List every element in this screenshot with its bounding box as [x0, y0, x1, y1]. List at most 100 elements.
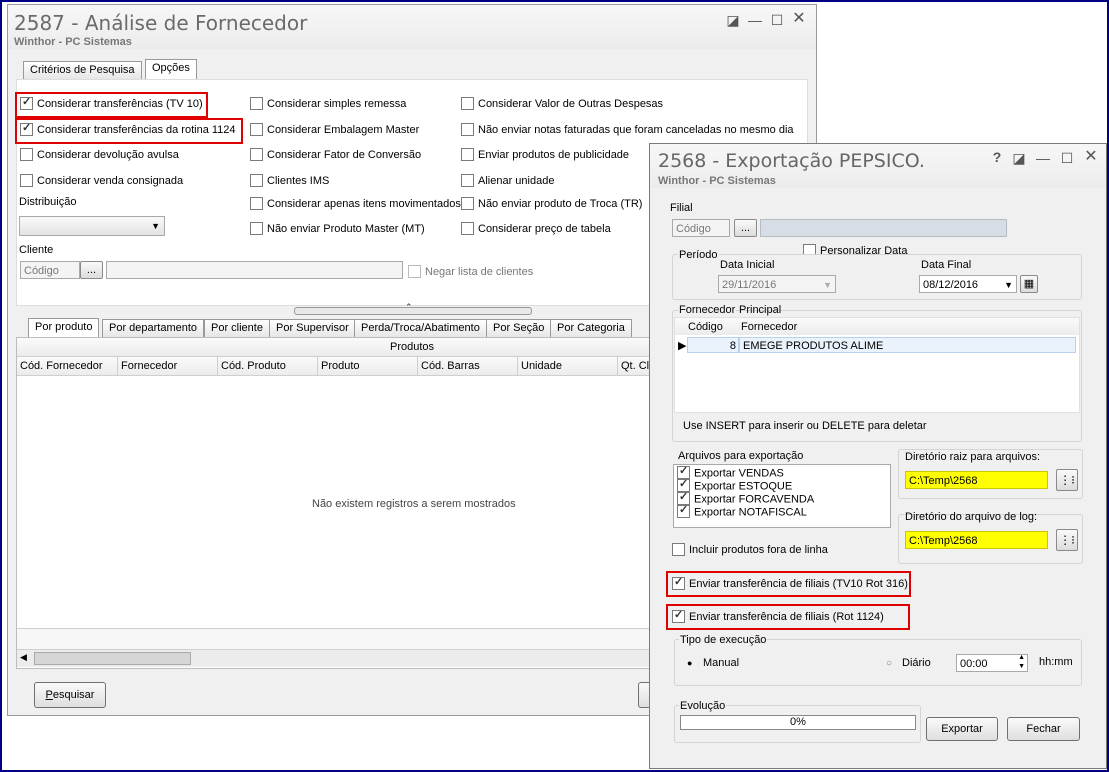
spinner-icon[interactable]: ▲ ▼ [1018, 655, 1025, 671]
radio-diario[interactable]: ○ Diário [886, 655, 931, 671]
checkbox-notas-canceladas[interactable]: Não enviar notas faturadas que foram can… [461, 122, 794, 138]
list-item[interactable]: Exportar NOTAFISCAL [677, 505, 807, 519]
time-input[interactable]: 00:00 ▲ ▼ [956, 654, 1028, 672]
checkbox-label: Exportar VENDAS [694, 467, 784, 480]
checkbox-icon[interactable] [461, 122, 474, 136]
column-cod-produto[interactable]: Cód. Produto [218, 357, 318, 375]
data-inicial-input[interactable]: 29/11/2016 ▼ [718, 275, 836, 293]
distribuicao-select[interactable]: ▼ [19, 216, 165, 236]
cliente-nome-input[interactable] [106, 261, 403, 279]
checkbox-icon[interactable] [20, 147, 33, 161]
checkbox-produto-master[interactable]: Não enviar Produto Master (MT) [250, 221, 425, 237]
checkbox-itens-movimentados[interactable]: Considerar apenas itens movimentados [250, 196, 461, 212]
row-codigo-cell[interactable]: 8 [687, 337, 739, 353]
checkbox-embalagem-master[interactable]: Considerar Embalagem Master [250, 122, 419, 138]
tab-por-cliente[interactable]: Por cliente [204, 319, 270, 337]
tab-por-supervisor[interactable]: Por Supervisor [269, 319, 356, 337]
checkbox-icon[interactable] [672, 542, 685, 556]
close-icon[interactable]: ✕ [792, 11, 806, 27]
checkbox-incluir-fora-linha[interactable]: Incluir produtos fora de linha [672, 542, 828, 558]
column-cod-fornecedor[interactable]: Cód. Fornecedor [17, 357, 118, 375]
checkbox-icon[interactable] [20, 173, 33, 187]
checkbox-produto-troca[interactable]: Não enviar produto de Troca (TR) [461, 196, 642, 212]
checkbox-icon[interactable] [461, 173, 474, 187]
tab-criterios-pesquisa[interactable]: Critérios de Pesquisa [23, 61, 142, 79]
checkbox-icon[interactable] [461, 196, 474, 210]
checkbox-icon[interactable] [677, 505, 690, 518]
restore-icon[interactable]: ◪ [1012, 151, 1026, 165]
minimize-icon[interactable]: — [1036, 151, 1050, 165]
filial-lookup-button[interactable]: ... [734, 219, 757, 237]
column-unidade[interactable]: Unidade [518, 357, 618, 375]
cliente-lookup-button[interactable]: ... [80, 261, 103, 279]
close-icon[interactable]: ✕ [1084, 149, 1098, 165]
checkbox-alienar-unidade[interactable]: Alienar unidade [461, 173, 554, 189]
fechar-button[interactable]: Fechar [1007, 717, 1080, 741]
splitter-handle[interactable]: ⌃ [294, 302, 532, 315]
folder-tree-icon[interactable]: ⋮⁝ [1056, 469, 1078, 491]
minimize-icon[interactable]: — [748, 13, 762, 27]
column-cod-barras[interactable]: Cód. Barras [418, 357, 518, 375]
window-title: 2587 - Análise de Fornecedor [14, 11, 308, 35]
chevron-down-icon[interactable]: ▼ [1004, 276, 1013, 292]
tab-por-secao[interactable]: Por Seção [486, 319, 552, 337]
checkbox-fator-conversao[interactable]: Considerar Fator de Conversão [250, 147, 421, 163]
column-codigo[interactable]: Código [685, 318, 741, 336]
window-subtitle: Winthor - PC Sistemas [658, 175, 776, 187]
checkbox-icon[interactable] [461, 221, 474, 235]
column-fornecedor[interactable]: Fornecedor [738, 318, 858, 336]
tab-opcoes[interactable]: Opções [145, 59, 197, 79]
arrow-left-icon[interactable]: ◀ [20, 652, 27, 663]
list-item[interactable]: Exportar ESTOQUE [677, 479, 792, 493]
checkbox-simples-remessa[interactable]: Considerar simples remessa [250, 96, 406, 112]
tab-por-categoria[interactable]: Por Categoria [550, 319, 632, 337]
diretorio-raiz-input[interactable]: C:\Temp\2568 [905, 471, 1048, 489]
maximize-icon[interactable]: ☐ [770, 13, 784, 27]
filial-codigo-input[interactable]: Código [672, 219, 730, 237]
checkbox-devolucao-avulsa[interactable]: Considerar devolução avulsa [20, 147, 179, 163]
column-produto[interactable]: Produto [318, 357, 418, 375]
checkbox-icon[interactable] [461, 147, 474, 161]
list-item[interactable]: Exportar VENDAS [677, 466, 784, 480]
tab-por-departamento[interactable]: Por departamento [102, 319, 205, 337]
tab-por-produto[interactable]: Por produto [28, 318, 100, 338]
pesquisar-button[interactable]: Pesquisar [34, 682, 106, 708]
checkbox-icon[interactable] [250, 122, 263, 136]
help-icon[interactable]: ? [990, 150, 1004, 164]
exportar-button[interactable]: Exportar [926, 717, 998, 741]
checkbox-label: Considerar devolução avulsa [37, 149, 179, 161]
checkbox-icon[interactable] [250, 196, 263, 210]
table-row[interactable]: ▶ 8 EMEGE PRODUTOS ALIME [675, 337, 1079, 355]
checkbox-icon[interactable] [408, 264, 421, 278]
radio-manual[interactable]: ● Manual [687, 655, 739, 671]
checkbox-negar-clientes[interactable]: Negar lista de clientes [408, 264, 533, 280]
checkbox-icon[interactable] [250, 221, 263, 235]
calendar-icon[interactable]: ▦ [1020, 275, 1038, 293]
checkbox-preco-tabela[interactable]: Considerar preço de tabela [461, 221, 611, 237]
tab-perda-troca[interactable]: Perda/Troca/Abatimento [354, 319, 487, 337]
pesquisar-label: esquisar [52, 689, 95, 701]
checkbox-outras-despesas[interactable]: Considerar Valor de Outras Despesas [461, 96, 663, 112]
data-final-input[interactable]: 08/12/2016 ▼ [919, 275, 1017, 293]
row-fornecedor-cell[interactable]: EMEGE PRODUTOS ALIME [739, 337, 1076, 353]
restore-icon[interactable]: ◪ [726, 13, 740, 27]
maximize-icon[interactable]: ☐ [1060, 151, 1074, 165]
cliente-codigo-input[interactable]: Código [20, 261, 80, 279]
checkbox-icon[interactable] [250, 96, 263, 110]
checkbox-icon[interactable] [250, 147, 263, 161]
checkbox-icon[interactable] [461, 96, 474, 110]
radio-empty-icon[interactable]: ○ [886, 659, 896, 669]
column-fornecedor[interactable]: Fornecedor [118, 357, 218, 375]
checkbox-label: Incluir produtos fora de linha [689, 544, 828, 556]
list-item[interactable]: Exportar FORCAVENDA [677, 492, 814, 506]
scrollbar-thumb[interactable] [34, 652, 191, 665]
radio-selected-icon[interactable]: ● [687, 658, 697, 668]
checkbox-clientes-ims[interactable]: Clientes IMS [250, 173, 329, 189]
checkbox-publicidade[interactable]: Enviar produtos de publicidade [461, 147, 629, 163]
checkbox-venda-consignada[interactable]: Considerar venda consignada [20, 173, 183, 189]
checkbox-icon[interactable] [250, 173, 263, 187]
filial-nome-input[interactable] [760, 219, 1007, 237]
folder-tree-icon[interactable]: ⋮⁝ [1056, 529, 1078, 551]
data-final-value: 08/12/2016 [923, 279, 979, 291]
diretorio-log-input[interactable]: C:\Temp\2568 [905, 531, 1048, 549]
